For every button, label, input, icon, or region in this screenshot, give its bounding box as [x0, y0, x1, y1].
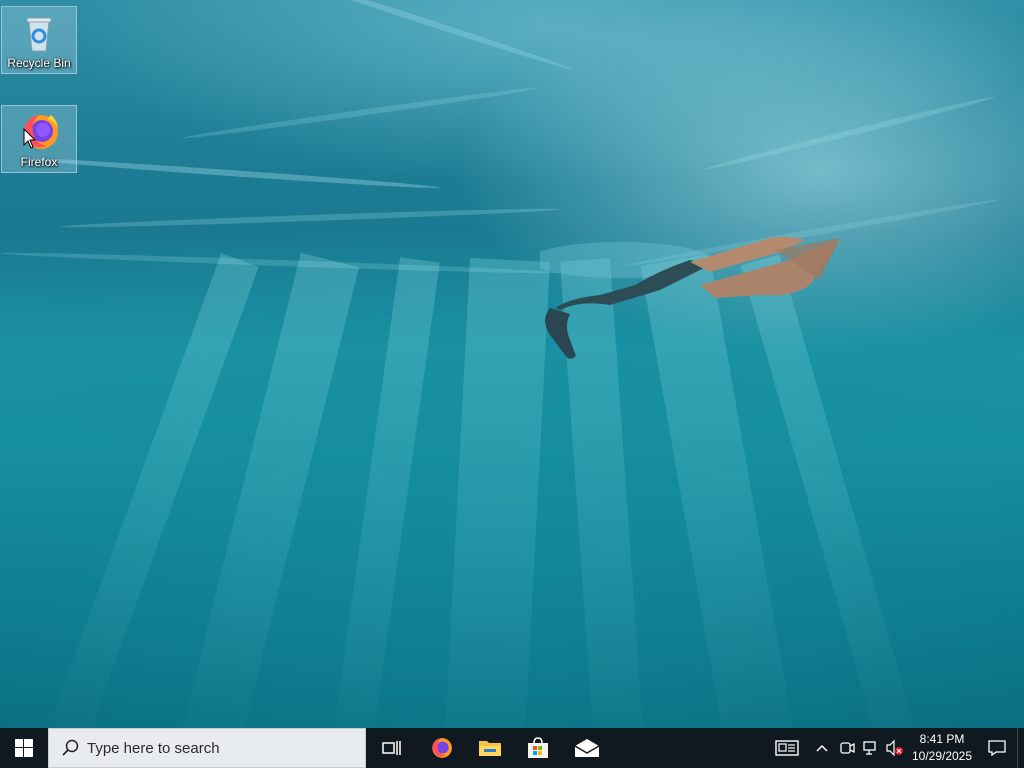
- surface-ripple: [20, 155, 440, 191]
- store-bag-icon: [528, 737, 548, 758]
- diver-silhouette: [540, 236, 840, 359]
- system-tray: 8:41 PM 10/29/2025: [765, 728, 1024, 768]
- network-button[interactable]: [859, 728, 883, 768]
- volume-muted-icon: [886, 740, 903, 756]
- windows-logo-icon: [15, 739, 33, 757]
- taskbar-app-firefox[interactable]: [416, 728, 466, 768]
- chevron-up-icon: [816, 744, 828, 752]
- taskbar-app-file-explorer[interactable]: [466, 728, 514, 768]
- network-icon: [863, 741, 876, 755]
- meet-now-icon: [840, 742, 855, 754]
- volume-button[interactable]: [883, 728, 907, 768]
- taskbar-app-mail[interactable]: [562, 728, 612, 768]
- desktop-icon-recycle-bin[interactable]: Recycle Bin: [1, 6, 77, 74]
- mouse-cursor-icon: [23, 128, 37, 149]
- clock-time: 8:41 PM: [919, 732, 965, 746]
- recycle-bin-icon: [26, 17, 52, 52]
- light-ray: [442, 257, 550, 728]
- light-ray: [327, 257, 440, 728]
- meet-now-button[interactable]: [835, 728, 859, 768]
- search-icon: [62, 739, 79, 756]
- show-hidden-icons-button[interactable]: [809, 728, 835, 768]
- clock[interactable]: 8:41 PM 10/29/2025: [907, 731, 977, 765]
- desktop-background[interactable]: Recycle Bin Firefox: [0, 0, 1024, 728]
- news-widget-icon: [775, 740, 799, 756]
- desktop-icon-firefox[interactable]: Firefox: [1, 105, 77, 173]
- mail-icon: [574, 739, 600, 757]
- notification-icon: [988, 740, 1006, 756]
- firefox-icon: [432, 738, 452, 758]
- surface-ripple: [181, 84, 539, 142]
- taskbar: Type here to search 8:41 PM 10/29/2025: [0, 728, 1024, 768]
- start-button[interactable]: [0, 728, 48, 768]
- show-desktop-button[interactable]: [1017, 728, 1024, 768]
- action-center-button[interactable]: [977, 728, 1017, 768]
- surface-ripple: [703, 93, 997, 173]
- search-placeholder: Type here to search: [87, 739, 220, 757]
- clock-date: 10/29/2025: [911, 749, 973, 763]
- surface-ripple: [60, 206, 560, 230]
- folder-icon: [479, 741, 501, 756]
- task-view-button[interactable]: [368, 728, 416, 768]
- news-widget-button[interactable]: [765, 728, 809, 768]
- desktop-icon-label: Recycle Bin: [7, 56, 71, 70]
- surface-ripple: [286, 0, 574, 73]
- desktop-icon-label: Firefox: [20, 155, 58, 169]
- search-input[interactable]: Type here to search: [48, 728, 366, 768]
- task-view-icon: [382, 741, 401, 755]
- taskbar-app-microsoft-store[interactable]: [514, 728, 562, 768]
